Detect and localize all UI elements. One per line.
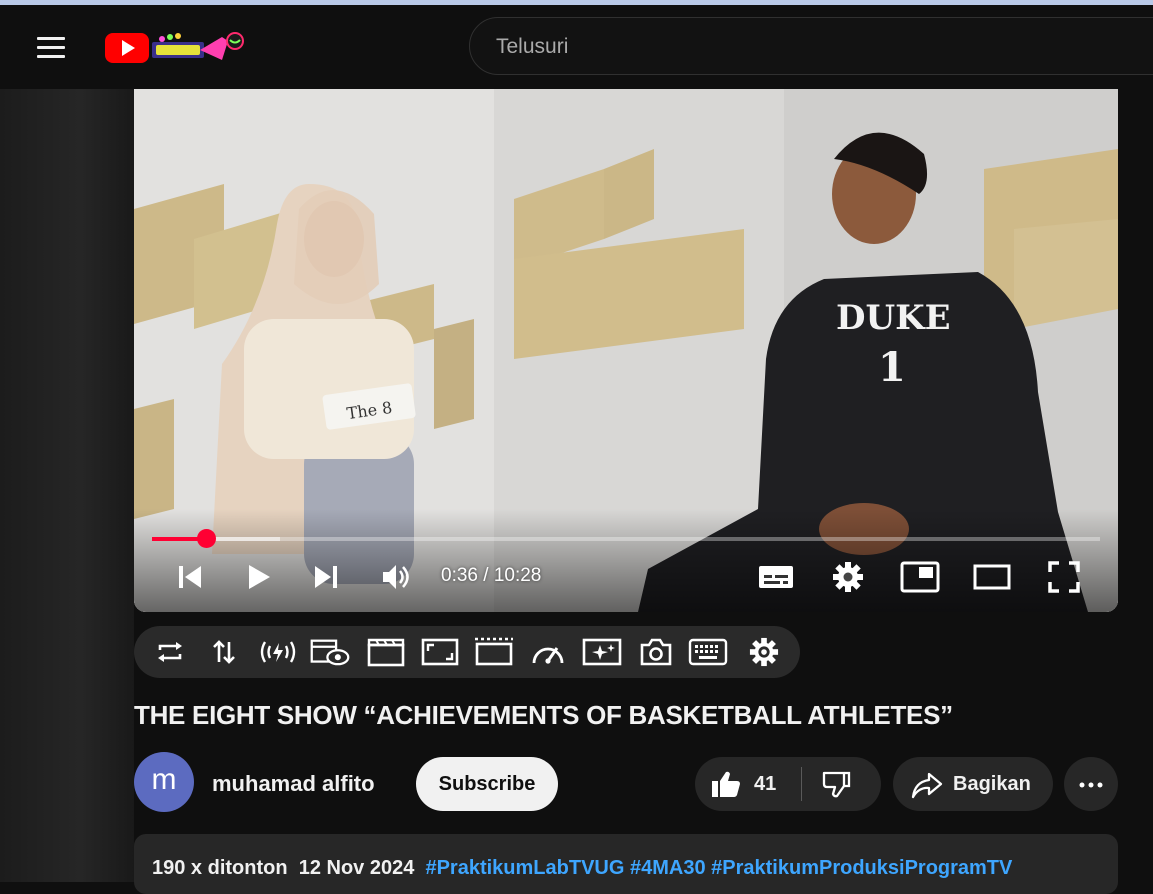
play-button[interactable] [238,556,278,598]
menu-icon-bar [37,55,65,58]
enhance-icon [582,638,622,666]
hashtag-link[interactable]: #PraktikumProduksiProgramTV [711,857,1012,879]
settings-icon [833,562,863,592]
keyboard-icon [688,638,728,666]
screenshot-camera-icon [640,638,672,666]
gear-icon [749,637,779,667]
video-frame: The 8 DUKE 1 [134,89,1118,612]
volume-icon [383,565,409,589]
cinema-mode-icon [475,637,513,666]
next-icon [315,566,337,588]
aspect-ratio-icon [421,638,459,666]
duration: 10:28 [493,565,542,586]
sort-button[interactable] [204,634,244,670]
like-count: 41 [754,773,777,795]
video-title: THE EIGHT SHOW “ACHIEVEMENTS OF BASKETBA… [134,700,953,730]
masthead [0,5,1153,89]
stream-icon [260,641,296,663]
more-options-button[interactable] [1064,757,1118,811]
loop-button[interactable] [150,634,190,670]
subtitles-button[interactable] [754,556,798,598]
like-button[interactable]: 41 [695,757,801,811]
play-icon [249,565,270,589]
more-options-icon [1079,782,1103,788]
progress-scrubber[interactable] [197,529,217,548]
thumbs-down-icon [822,771,851,798]
time-display: 0:36 / 10:28 [441,565,541,587]
video-player[interactable]: The 8 DUKE 1 0:36 / 10:28 [134,89,1118,612]
youtube-logo[interactable] [104,27,249,67]
shirt-number: 1 [878,344,906,391]
hashtag-link[interactable]: #PraktikumLabTVUG [425,857,624,879]
subscribe-button[interactable]: Subscribe [416,757,558,811]
theater-mode-icon [973,564,1011,590]
progress-bar[interactable] [152,529,1100,548]
thumbs-up-icon [712,771,740,797]
hashtag-link[interactable]: #4MA30 [630,857,706,879]
time-separator: / [477,565,494,586]
current-time: 0:36 [441,565,478,586]
next-button[interactable] [306,556,346,598]
keyboard-shortcuts-button[interactable] [688,634,728,670]
channel-name[interactable]: muhamad alfito [212,771,375,797]
watched-button[interactable] [310,634,350,670]
view-count: 190 x ditonton [152,857,288,879]
description-box[interactable]: 190 x ditonton 12 Nov 2024 #PraktikumLab… [134,834,1118,894]
screenshot-button[interactable] [636,634,676,670]
miniplayer-icon [900,561,940,593]
share-arrow-icon [911,772,943,799]
loop-icon [158,642,182,662]
miniplayer-button[interactable] [898,556,942,598]
description-meta: 190 x ditonton 12 Nov 2024 #PraktikumLab… [152,857,1012,880]
menu-button[interactable] [30,31,72,63]
search-box [469,17,1153,76]
theater-mode-button[interactable] [970,556,1014,598]
settings-button[interactable] [826,556,870,598]
page-side-gradient [0,89,134,882]
share-label: Bagikan [953,773,1031,795]
subtitles-icon [759,566,793,588]
dislike-button[interactable] [802,757,881,811]
fullscreen-button[interactable] [1042,556,1086,598]
clapperboard-icon [367,638,405,667]
enhance-button[interactable] [582,634,622,670]
watched-eye-icon [310,639,350,666]
speed-button[interactable] [528,634,568,670]
stream-button[interactable] [258,634,298,670]
clapperboard-button[interactable] [366,634,406,670]
menu-icon-bar [37,37,65,40]
speedometer-icon [532,647,564,664]
channel-avatar[interactable]: m [134,752,194,812]
previous-button[interactable] [170,556,210,598]
menu-icon-bar [37,46,65,49]
like-dislike-group: 41 [695,757,881,811]
share-button[interactable]: Bagikan [893,757,1053,811]
aspect-ratio-button[interactable] [420,634,460,670]
shirt-text: DUKE [836,298,951,338]
previous-icon [179,566,201,588]
volume-button[interactable] [376,556,416,598]
cinema-mode-button[interactable] [474,634,514,670]
upload-date: 12 Nov 2024 [298,857,415,879]
extension-settings-button[interactable] [744,634,784,670]
fullscreen-icon [1048,561,1080,593]
extension-toolbar [134,626,800,678]
sort-icon [213,640,235,664]
search-input[interactable] [494,18,1148,76]
